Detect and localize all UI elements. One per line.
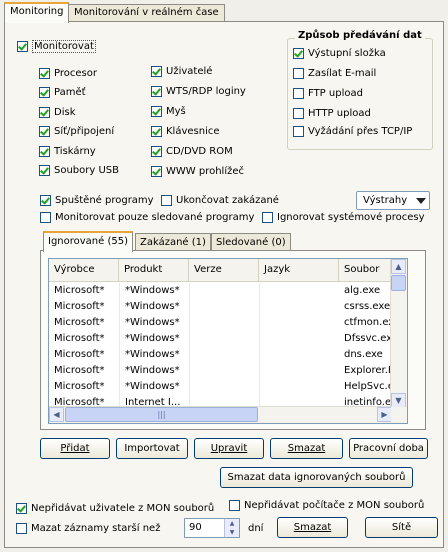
scroll-down-icon[interactable]: ▼	[391, 393, 406, 408]
table-row[interactable]: Microsoft**Windows*Explorer.EXE	[49, 363, 399, 379]
option-disk[interactable]: Disk	[39, 107, 75, 118]
delete-older-checkbox[interactable]: Mazat záznamy starší než	[16, 523, 160, 534]
table-cell: Microsoft*	[54, 333, 105, 344]
column-header-vyrobce[interactable]: Výrobce	[49, 259, 119, 281]
table-cell	[259, 363, 339, 379]
option-klavesnice[interactable]: Klávesnice	[151, 126, 220, 137]
days-value[interactable]: 90	[189, 522, 202, 533]
no-users-checkbox[interactable]: Nepřidávat uživatele z MON souborů	[16, 503, 214, 514]
option-wts-rdp[interactable]: WTS/RDP loginy	[151, 86, 246, 97]
table-cell	[259, 379, 339, 395]
table-row[interactable]: Microsoft* *Windows* Dfssvc.exe	[49, 331, 398, 347]
spin-down-icon[interactable]: ▼	[224, 528, 239, 537]
table-cell: Microsoft*	[54, 317, 105, 328]
table-row[interactable]: Microsoft* *Windows* ctfmon.exe	[49, 315, 399, 331]
delivery-tcp-ip[interactable]: Vyžádání přes TCP/IP	[293, 126, 412, 137]
tab-watched[interactable]: Sledované (0)	[211, 233, 291, 251]
tab-realtime-monitoring[interactable]: Monitorování v reálném čase	[68, 4, 225, 22]
column-header-produkt[interactable]: Produkt	[119, 259, 189, 281]
table-cell: Microsoft*	[54, 381, 105, 392]
terminate-forbidden-checkbox[interactable]: Ukončovat zakázané	[161, 195, 279, 206]
table-cell: *Windows*	[119, 347, 189, 363]
table-cell	[189, 315, 259, 331]
table-row[interactable]: Microsoft* *Windows* alg.exe	[49, 283, 392, 299]
option-cd-dvd-rom[interactable]: CD/DVD ROM	[151, 146, 233, 157]
table-cell	[259, 315, 339, 331]
table-cell: Microsoft*	[54, 301, 105, 312]
option-pamet[interactable]: Paměť	[39, 87, 86, 98]
delivery-ftp[interactable]: FTP upload	[293, 88, 363, 99]
table-cell: *Windows*	[119, 283, 189, 299]
option-tiskarny[interactable]: Tiskárny	[39, 146, 96, 157]
table-cell: Microsoft*	[54, 285, 105, 296]
table-row[interactable]: Microsoft* *Windows* csrss.exe	[49, 299, 392, 315]
table-cell: *Windows*	[119, 315, 189, 331]
scroll-left-icon[interactable]: ◀	[49, 407, 64, 422]
ignore-system-checkbox[interactable]: Ignorovat systémové procesy	[262, 212, 425, 223]
table-cell: *Windows*	[119, 299, 189, 315]
delivery-group-title: Způsob předávání dat	[295, 30, 425, 41]
column-header-jazyk[interactable]: Jazyk	[259, 259, 339, 281]
workhours-button[interactable]: Pracovní doba	[349, 438, 428, 459]
option-procesor[interactable]: Procesor	[39, 68, 97, 79]
table-cell	[189, 379, 259, 395]
scroll-up-icon[interactable]: ▲	[391, 259, 406, 274]
spin-up-icon[interactable]: ▲	[224, 519, 239, 528]
networks-button[interactable]: Sítě	[365, 517, 438, 538]
monitor-label: Monitorovat	[32, 40, 96, 53]
edit-button[interactable]: Upravit	[194, 438, 264, 459]
table-cell: *Windows*	[119, 363, 189, 379]
table-cell	[189, 283, 259, 299]
chevron-down-icon	[416, 198, 426, 204]
horizontal-scroll-thumb[interactable]: |||	[65, 407, 258, 422]
delivery-email[interactable]: Zasílat E-mail	[293, 68, 376, 79]
table-cell	[189, 363, 259, 379]
tab-ignored[interactable]: Ignorované (55)	[43, 231, 134, 252]
monitor-checkbox[interactable]: Monitorovat	[17, 40, 96, 53]
add-button[interactable]: Přidat	[40, 438, 110, 459]
alerts-dropdown[interactable]: Výstrahy	[356, 191, 430, 210]
tab-monitoring[interactable]: Monitoring	[4, 2, 70, 23]
table-cell: Microsoft*	[54, 349, 105, 360]
column-header-verze[interactable]: Verze	[189, 259, 259, 281]
table-cell	[189, 299, 259, 315]
only-watched-checkbox[interactable]: Monitorovat pouze sledované programy	[40, 212, 254, 223]
option-www-prohlizec[interactable]: WWW prohlížeč	[151, 166, 244, 177]
table-header: Výrobce Produkt Verze Jazyk Soubor	[49, 259, 392, 282]
horizontal-scrollbar[interactable]: ◀ ||| ▶	[49, 406, 392, 423]
delivery-output-folder[interactable]: Výstupní složka	[293, 48, 386, 59]
no-computers-checkbox[interactable]: Nepřidávat počítače z MON souborů	[229, 500, 424, 511]
delete-button[interactable]: Smazat	[270, 438, 343, 459]
table-row[interactable]: Microsoft* *Windows* dns.exe	[49, 347, 392, 363]
delivery-http[interactable]: HTTP upload	[293, 108, 371, 119]
table-cell	[259, 331, 339, 347]
table-cell	[259, 283, 339, 299]
table-cell	[259, 299, 339, 315]
tab-forbidden[interactable]: Zakázané (1)	[135, 233, 211, 251]
option-mys[interactable]: Myš	[151, 106, 186, 117]
import-button[interactable]: Importovat	[116, 438, 188, 459]
table-row[interactable]: Microsoft**Windows*HelpSvc.exe	[49, 379, 399, 395]
delete-old-records-button[interactable]: Smazat	[277, 517, 348, 538]
table-cell	[189, 331, 259, 347]
running-programs-checkbox[interactable]: Spuštěné programy	[40, 195, 154, 206]
vertical-scroll-thumb[interactable]	[391, 275, 406, 291]
table-cell: *Windows*	[119, 331, 189, 347]
table-cell: Microsoft*	[54, 365, 105, 376]
option-soubory-usb[interactable]: Soubory USB	[39, 165, 119, 176]
table-cell	[259, 347, 339, 363]
days-stepper[interactable]: 90 ▲ ▼	[184, 518, 240, 538]
vertical-scrollbar[interactable]: ▲ ▼	[390, 259, 407, 408]
clear-ignored-button[interactable]: Smazat data ignorovaných souborů	[220, 467, 413, 488]
checkbox-box[interactable]	[17, 41, 28, 52]
scroll-corner	[391, 407, 407, 423]
table-cell	[189, 347, 259, 363]
option-sit-pripojeni[interactable]: Síť/připojení	[39, 126, 114, 137]
ignored-programs-table[interactable]: Výrobce Produkt Verze Jazyk Soubor Micro…	[48, 258, 408, 424]
scroll-right-icon[interactable]: ▶	[377, 407, 392, 422]
option-uzivatele[interactable]: Uživatelé	[151, 66, 212, 77]
alerts-dropdown-label: Výstrahy	[363, 195, 408, 206]
table-cell: *Windows*	[119, 379, 189, 395]
days-unit-label: dní	[248, 523, 264, 534]
